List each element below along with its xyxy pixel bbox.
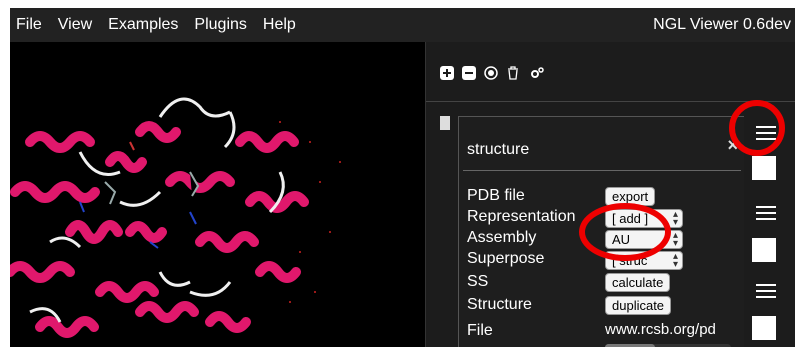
menu-icon[interactable] [756, 206, 776, 220]
sidebar: structure × PDB file export Representati… [425, 42, 795, 347]
structure-label: Structure [467, 296, 532, 313]
center-icon[interactable] [484, 66, 498, 80]
superpose-label: Superpose [467, 250, 545, 267]
toolbar [426, 42, 795, 102]
select-arrows-icon: ▴ ▾ [672, 230, 678, 249]
assembly-select-value: AU [612, 232, 631, 247]
menu-icon[interactable] [756, 284, 776, 298]
panel-title: structure [467, 141, 530, 158]
menubar: File View Examples Plugins Help NGL View… [10, 8, 795, 42]
select-arrows-icon: ▴ ▾ [672, 251, 678, 270]
menu-examples[interactable]: Examples [108, 16, 178, 34]
menu-view[interactable]: View [58, 16, 92, 34]
panel-divider [463, 170, 741, 171]
assembly-select[interactable]: AU ▴ ▾ [605, 230, 683, 249]
file-label: File [467, 322, 493, 339]
molecule-viewport[interactable] [10, 42, 425, 347]
representation-select[interactable]: [ add ] ▴ ▾ [605, 209, 683, 228]
file-url-value: www.rcsb.org/pd [605, 321, 716, 338]
superpose-select[interactable]: [ struc ▴ ▾ [605, 251, 683, 270]
remove-icon[interactable] [462, 66, 476, 80]
component-panel: structure × PDB file export Representati… [458, 116, 744, 347]
menu-file[interactable]: File [16, 16, 42, 34]
component-controls [744, 102, 795, 347]
menu-plugins[interactable]: Plugins [194, 16, 246, 34]
close-icon[interactable]: × [727, 135, 738, 156]
protein-cartoon-render [10, 97, 341, 338]
component-file-icon [440, 116, 450, 130]
ss-label: SS [467, 273, 489, 290]
trash-icon[interactable] [506, 66, 520, 80]
calculate-button[interactable]: calculate [605, 273, 671, 292]
menu-help[interactable]: Help [263, 16, 296, 34]
settings-icon[interactable] [530, 66, 544, 80]
ngl-viewer-window: File View Examples Plugins Help NGL View… [10, 8, 795, 347]
superpose-select-value: [ struc [612, 253, 648, 268]
representation-select-value: [ add ] [612, 211, 649, 226]
menu-icon[interactable] [756, 126, 776, 140]
select-arrows-icon: ▴ ▾ [672, 209, 678, 228]
export-button[interactable]: export [605, 187, 656, 206]
assembly-label: Assembly [467, 229, 537, 246]
duplicate-button[interactable]: duplicate [605, 296, 672, 315]
color-swatch[interactable] [752, 238, 776, 262]
color-swatch[interactable] [752, 316, 776, 340]
representation-label: Representation [467, 208, 576, 225]
app-title: NGL Viewer 0.6dev [653, 16, 791, 33]
pdb-file-label: PDB file [467, 187, 525, 204]
color-swatch[interactable] [752, 156, 776, 180]
add-icon[interactable] [440, 66, 454, 80]
